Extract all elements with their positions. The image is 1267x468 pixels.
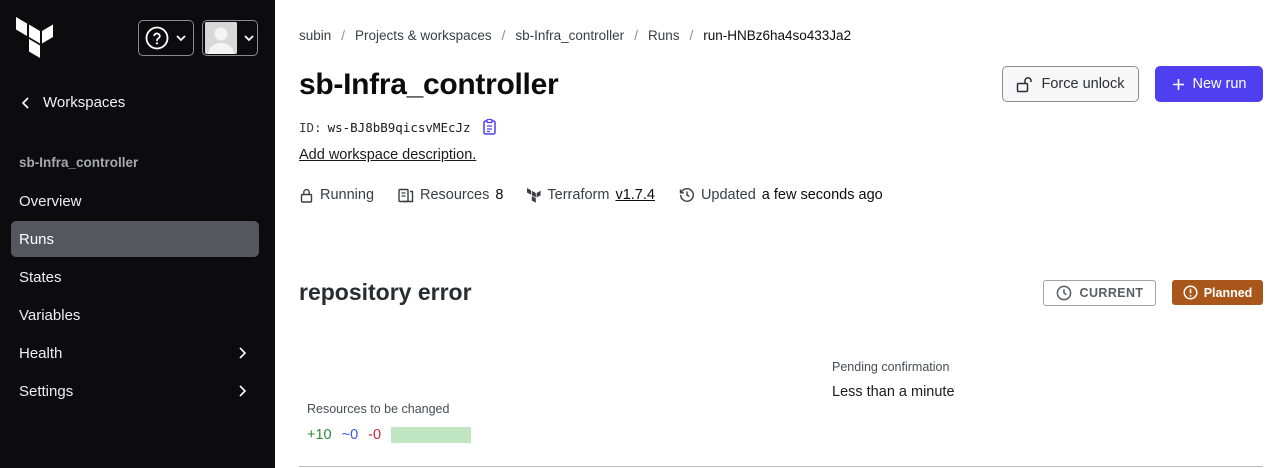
chevron-down-icon [176, 35, 186, 42]
alert-circle-icon [1183, 285, 1198, 300]
current-badge: CURRENT [1043, 280, 1156, 306]
unlock-icon [1017, 76, 1033, 92]
chevron-right-icon [239, 347, 247, 359]
resources-icon [398, 188, 414, 202]
sidebar-item-label: Overview [19, 192, 82, 210]
force-unlock-button[interactable]: Force unlock [1002, 66, 1139, 102]
pending-confirmation-value: Less than a minute [832, 384, 955, 400]
terraform-icon [527, 187, 542, 203]
avatar [205, 22, 237, 54]
workspace-id-row: ID: ws-BJ8bB9qicsvMEcJz [299, 118, 499, 136]
breadcrumb-separator: / [634, 28, 638, 43]
sidebar-item-health[interactable]: Health [11, 335, 259, 371]
resources-changed-label: Resources to be changed [307, 402, 450, 416]
terraform-version: Terraform v1.7.4 [527, 187, 655, 203]
chevron-down-icon [244, 35, 254, 42]
resources-count: Resources 8 [398, 187, 503, 203]
page-title: sb-Infra_controller [299, 68, 559, 101]
id-label: ID: [299, 119, 322, 135]
resources-change-count: ~0 [341, 427, 359, 443]
resources-label: Resources [420, 187, 490, 203]
sidebar-item-label: Runs [19, 230, 55, 248]
breadcrumb-separator: / [501, 28, 506, 43]
clock-icon [1056, 285, 1071, 301]
help-icon [145, 26, 169, 50]
workspace-id-value: ws-BJ8bB9qicsvMEcJz [327, 119, 471, 135]
divider [299, 466, 1263, 467]
terraform-version-link[interactable]: v1.7.4 [615, 187, 655, 203]
breadcrumb-item-current-run: run-HNBz6ha4so433Ja2 [703, 28, 852, 43]
sidebar-item-label: Variables [19, 306, 81, 324]
breadcrumb-item-projects[interactable]: Projects & workspaces [355, 28, 492, 43]
resources-value: 8 [495, 187, 504, 203]
updated-info: Updated a few seconds ago [679, 187, 883, 203]
sidebar: Workspaces sb-Infra_controller Overview … [0, 0, 275, 468]
breadcrumb-separator: / [689, 28, 694, 43]
status-badge-label: Planned [1203, 285, 1253, 300]
sidebar-item-variables[interactable]: Variables [11, 297, 259, 333]
clipboard-icon[interactable] [481, 118, 499, 136]
sidebar-item-runs[interactable]: Runs [11, 221, 259, 257]
terraform-label: Terraform [547, 187, 610, 203]
back-link-label: Workspaces [43, 94, 126, 111]
breadcrumb-item-org[interactable]: subin [299, 28, 331, 43]
breadcrumb-separator: / [341, 28, 346, 43]
new-run-label: New run [1192, 76, 1247, 92]
lock-status: Running [299, 187, 374, 203]
history-icon [679, 188, 694, 202]
sidebar-item-label: Health [19, 344, 63, 362]
breadcrumb-item-runs[interactable]: Runs [648, 28, 680, 43]
workspace-nav: Overview Runs States Variables Health Se… [11, 183, 259, 411]
plus-icon [1172, 78, 1184, 90]
sidebar-item-states[interactable]: States [11, 259, 259, 295]
sidebar-item-label: States [19, 268, 62, 286]
force-unlock-label: Force unlock [1041, 76, 1125, 92]
workspace-meta: Running Resources 8 Terraform v1.7.4 Upd… [299, 187, 883, 203]
resource-change-bar [391, 427, 472, 443]
terraform-logo[interactable] [16, 17, 54, 59]
status-badge: Planned [1172, 280, 1263, 305]
resources-add-count: +10 [307, 427, 332, 443]
updated-value: a few seconds ago [761, 187, 883, 203]
user-menu-button[interactable] [202, 20, 258, 56]
breadcrumb-item-workspace[interactable]: sb-Infra_controller [515, 28, 624, 43]
resources-destroy-count: -0 [368, 427, 382, 443]
lock-status-label: Running [320, 187, 375, 203]
sidebar-item-settings[interactable]: Settings [11, 373, 259, 409]
run-title: repository error [299, 279, 472, 305]
sidebar-item-label: Settings [19, 382, 74, 400]
chevron-left-icon [21, 96, 29, 109]
back-to-workspaces-link[interactable]: Workspaces [19, 94, 125, 111]
breadcrumb: subin / Projects & workspaces / sb-Infra… [299, 28, 851, 43]
current-badge-label: CURRENT [1079, 286, 1144, 300]
updated-label: Updated [700, 187, 756, 203]
workspace-heading: sb-Infra_controller [19, 155, 139, 170]
new-run-button[interactable]: New run [1155, 66, 1263, 102]
chevron-right-icon [239, 385, 247, 397]
lock-icon [300, 188, 313, 203]
add-description-link[interactable]: Add workspace description. [299, 147, 476, 163]
pending-confirmation-label: Pending confirmation [832, 360, 950, 374]
resource-changes-summary: +10 ~0 -0 [307, 427, 472, 443]
sidebar-item-overview[interactable]: Overview [11, 183, 259, 219]
main-content: subin / Projects & workspaces / sb-Infra… [275, 0, 1267, 468]
help-menu-button[interactable] [138, 20, 194, 56]
